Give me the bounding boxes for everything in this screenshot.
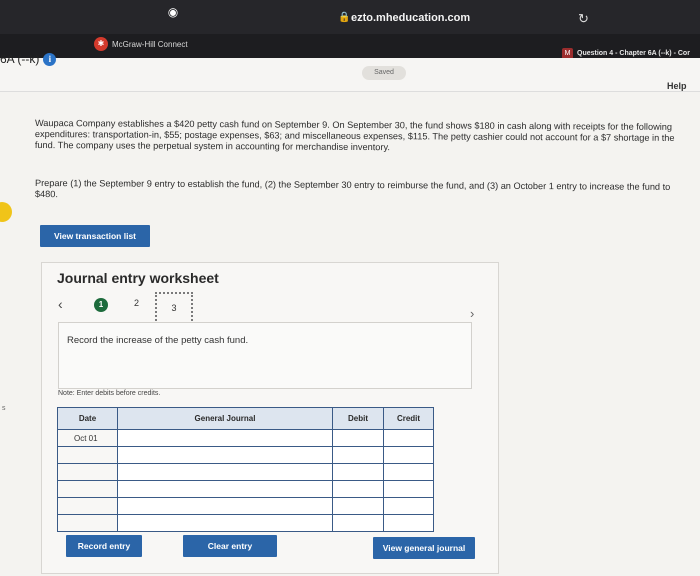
- mheducation-favicon-icon: M: [562, 47, 573, 59]
- date-cell: [57, 480, 118, 498]
- clear-entry-button[interactable]: Clear entry: [183, 535, 277, 557]
- account-select[interactable]: [117, 480, 333, 498]
- column-header-debit: Debit: [332, 407, 384, 430]
- table-row: [57, 446, 434, 464]
- account-select[interactable]: [117, 497, 333, 515]
- browser-toolbar: [0, 0, 700, 34]
- problem-statement: Waupaca Company establishes a $420 petty…: [34, 118, 675, 153]
- view-general-journal-button[interactable]: View general journal: [373, 537, 475, 559]
- breadcrumb: 6A (--k) i: [0, 52, 57, 66]
- date-cell: [57, 446, 118, 464]
- app-header: [0, 58, 700, 92]
- table-row: [57, 497, 434, 515]
- problem-instructions: Prepare (1) the September 9 entry to est…: [34, 178, 671, 200]
- table-row: [57, 463, 434, 481]
- breadcrumb-label: 6A (--k): [0, 52, 40, 66]
- credit-input[interactable]: [383, 429, 434, 447]
- help-link[interactable]: Help: [667, 81, 687, 91]
- tab-label: McGraw-Hill Connect: [112, 39, 188, 49]
- saved-status-badge: Saved: [362, 66, 406, 80]
- table-row: Oct 01: [57, 429, 434, 447]
- column-header-date: Date: [57, 407, 118, 430]
- debit-input[interactable]: [332, 514, 384, 532]
- chevron-right-icon[interactable]: ›: [470, 306, 474, 321]
- address-bar[interactable]: ezto.mheducation.com: [351, 12, 470, 24]
- date-cell: Oct 01: [57, 429, 118, 447]
- debit-input[interactable]: [332, 429, 384, 447]
- debit-input[interactable]: [332, 463, 384, 481]
- chevron-left-icon[interactable]: ‹: [58, 296, 63, 312]
- tab-label: Question 4 - Chapter 6A (--k) - Cor: [577, 49, 690, 57]
- account-select[interactable]: [117, 429, 333, 447]
- credit-input[interactable]: [383, 446, 434, 464]
- date-cell: [57, 514, 118, 532]
- debit-input[interactable]: [332, 480, 384, 498]
- journal-entry-table: Date General Journal Debit Credit Oct 01: [57, 407, 434, 532]
- transaction-description-box: [58, 322, 472, 389]
- table-row: [57, 480, 434, 498]
- date-cell: [57, 497, 118, 515]
- column-header-general-journal: General Journal: [117, 407, 333, 430]
- lock-icon: 🔒: [338, 12, 351, 23]
- account-select[interactable]: [117, 514, 333, 532]
- date-cell: [57, 463, 118, 481]
- credit-input[interactable]: [383, 463, 434, 481]
- account-select[interactable]: [117, 463, 333, 481]
- transaction-description: Record the increase of the petty cash fu…: [67, 335, 249, 346]
- step-2-button[interactable]: 2: [134, 298, 139, 308]
- table-header-row: Date General Journal Debit Credit: [57, 407, 434, 430]
- credit-input[interactable]: [383, 497, 434, 515]
- side-marker: s: [2, 405, 6, 412]
- table-row: [57, 514, 434, 532]
- credit-input[interactable]: [383, 480, 434, 498]
- step-3-button[interactable]: 3: [155, 292, 193, 324]
- debit-credit-note: Note: Enter debits before credits.: [58, 390, 161, 397]
- account-select[interactable]: [117, 446, 333, 464]
- debit-input[interactable]: [332, 446, 384, 464]
- reload-icon[interactable]: ↻: [578, 12, 592, 26]
- mcgraw-hill-favicon-icon: ✱: [94, 37, 108, 51]
- record-entry-button[interactable]: Record entry: [66, 535, 142, 557]
- view-transaction-list-button[interactable]: View transaction list: [40, 225, 150, 247]
- credit-input[interactable]: [383, 514, 434, 532]
- tab-connect[interactable]: ✱ McGraw-Hill Connect: [94, 36, 188, 52]
- step-1-button[interactable]: 1: [94, 298, 108, 312]
- worksheet-title: Journal entry worksheet: [57, 270, 219, 286]
- column-header-credit: Credit: [383, 407, 434, 430]
- info-icon[interactable]: i: [43, 52, 57, 66]
- debit-input[interactable]: [332, 497, 384, 515]
- shield-icon[interactable]: ◉: [167, 5, 179, 19]
